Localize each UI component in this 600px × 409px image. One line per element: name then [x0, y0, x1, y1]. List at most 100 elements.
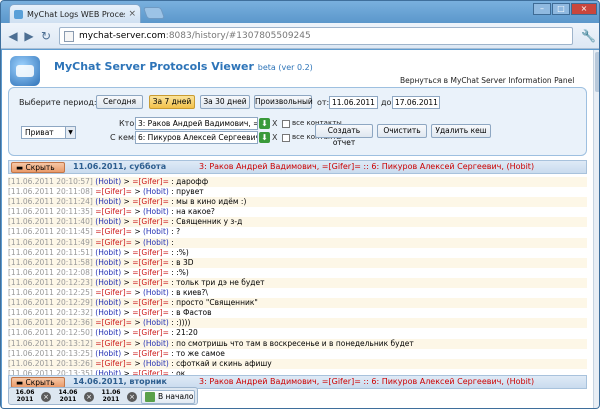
clear-button[interactable]: Очистить: [377, 124, 427, 138]
app-version: beta (ver 0.2): [257, 63, 313, 72]
back-icon[interactable]: ◀: [5, 28, 21, 44]
message-row: [11.06.2011 20:11:45] =[Gifer]= > (Hobit…: [8, 227, 587, 238]
message-timestamp: [11.06.2011 20:11:40]: [8, 217, 93, 227]
day-tab[interactable]: 11.06 2011: [97, 389, 125, 404]
message-recipient: (Hobit): [140, 237, 172, 247]
message-recipient: =[Gifer]=: [129, 328, 172, 338]
scrollbar-thumb[interactable]: [595, 52, 599, 92]
message-text: :%): [176, 247, 189, 257]
type-select[interactable]: Приват ▼: [21, 126, 76, 139]
chevron-down-icon: ▼: [65, 127, 75, 138]
message-row: [11.06.2011 20:11:51] (Hobit) > =[Gifer]…: [8, 247, 587, 258]
with-clear-button[interactable]: X: [272, 133, 277, 142]
hide-day-button[interactable]: ▬ Скрыть: [11, 162, 65, 173]
day-tab-year: 2011: [102, 395, 120, 403]
browser-tab[interactable]: MyChat Logs WEB Process ×: [9, 4, 141, 23]
day-header: ▬ Скрыть 11.06.2011, суббота 3: Раков Ан…: [8, 160, 587, 174]
peer-b: 6: Пикуров Алексей Сергеевич, (Hobit): [371, 162, 535, 171]
thirty-days-button[interactable]: За 30 дней: [200, 95, 250, 109]
with-dropdown-arrow-icon[interactable]: ⬇: [259, 132, 270, 143]
message-text: :%): [176, 267, 189, 277]
message-recipient: (Hobit): [140, 288, 172, 298]
day-date: 11.06.2011, суббота: [73, 162, 167, 171]
who-clear-button[interactable]: X: [272, 119, 277, 128]
message-text: в Фастов: [176, 308, 212, 318]
close-icon[interactable]: ×: [84, 392, 94, 402]
message-recipient: (Hobit): [140, 338, 172, 348]
message-recipient: (Hobit): [140, 227, 172, 237]
message-row: [11.06.2011 20:13:26] =[Gifer]= > (Hobit…: [8, 358, 587, 369]
to-date-input[interactable]: 17.06.2011: [392, 96, 440, 109]
from-date-input[interactable]: 11.06.2011: [329, 96, 378, 109]
message-timestamp: [11.06.2011 20:11:49]: [8, 237, 93, 247]
with-input[interactable]: 6: Пикуров Алексей Сергеевич, (Hobit): [135, 131, 258, 144]
address-bar[interactable]: mychat-server.com:8083/history/#13078055…: [59, 27, 573, 45]
seven-days-button[interactable]: За 7 дней: [149, 95, 195, 109]
message-timestamp: [11.06.2011 20:13:26]: [8, 358, 93, 368]
message-text: тольк три дэ не будет: [176, 277, 265, 287]
peer-sep: ::: [360, 162, 372, 171]
back-link[interactable]: Вернуться в MyChat Server Information Pa…: [400, 76, 574, 85]
message-sender: (Hobit): [95, 217, 124, 227]
message-row: [11.06.2011 20:13:12] =[Gifer]= > (Hobit…: [8, 338, 587, 349]
message-timestamp: [11.06.2011 20:12:32]: [8, 308, 93, 318]
app-title: MyChat Server Protocols Viewer beta (ver…: [54, 60, 313, 73]
who-all-contacts-checkbox[interactable]: [282, 120, 290, 128]
browser-toolbar: ◀ ▶ ↻ mychat-server.com:8083/history/#13…: [1, 23, 599, 49]
message-timestamp: [11.06.2011 20:12:08]: [8, 267, 93, 277]
message-text: в киев?\: [176, 288, 208, 298]
message-recipient: =[Gifer]=: [129, 217, 172, 227]
page-content: MyChat Server Protocols Viewer beta (ver…: [2, 50, 593, 408]
clear-cache-button[interactable]: Удалить кеш: [431, 124, 491, 138]
message-row: [11.06.2011 20:11:49] =[Gifer]= > (Hobit…: [8, 237, 587, 248]
message-recipient: =[Gifer]=: [129, 197, 172, 207]
hide-day-label: Скрыть: [25, 378, 55, 387]
create-report-button[interactable]: Создать отчет: [315, 124, 373, 147]
who-input[interactable]: 3: Раков Андрей Вадимович, =[Gifer]=: [135, 117, 258, 130]
day-tab[interactable]: 16.06 2011: [11, 389, 39, 404]
new-tab-button[interactable]: [142, 7, 166, 19]
day-tab-year: 2011: [59, 395, 77, 403]
from-label: от:: [317, 98, 330, 107]
message-recipient: (Hobit): [140, 318, 172, 328]
message-list: [11.06.2011 20:10:57] (Hobit) > =[Gifer]…: [8, 177, 587, 389]
home-label: В начало: [158, 392, 194, 401]
message-row: [11.06.2011 20:12:23] (Hobit) > =[Gifer]…: [8, 277, 587, 289]
vertical-scrollbar[interactable]: [593, 50, 599, 408]
page-icon: [64, 30, 74, 42]
app-title-text: MyChat Server Protocols Viewer: [54, 60, 254, 73]
minimize-button[interactable]: –: [533, 3, 551, 15]
message-sender: =[Gifer]=: [95, 318, 135, 328]
day-date: 14.06.2011, вторник: [73, 377, 167, 386]
maximize-button[interactable]: □: [552, 3, 570, 15]
message-row: [11.06.2011 20:11:24] (Hobit) > =[Gifer]…: [8, 197, 587, 208]
who-dropdown-arrow-icon[interactable]: ⬇: [259, 118, 270, 129]
filter-panel: Выберите период: Сегодня За 7 дней За 30…: [8, 87, 587, 156]
message-sender: =[Gifer]=: [95, 288, 135, 298]
custom-period-button[interactable]: Произвольный: [254, 95, 313, 109]
tab-close-icon[interactable]: ×: [128, 9, 136, 19]
window-close-button[interactable]: ×: [571, 3, 597, 15]
close-icon[interactable]: ×: [41, 392, 51, 402]
message-text: дарофф: [176, 177, 209, 186]
message-timestamp: [11.06.2011 20:13:12]: [8, 338, 93, 348]
today-button[interactable]: Сегодня: [96, 95, 143, 109]
message-text: :)))): [176, 318, 191, 328]
with-all-contacts-checkbox[interactable]: [282, 134, 290, 142]
message-row: [11.06.2011 20:13:25] (Hobit) > =[Gifer]…: [8, 348, 587, 359]
day-tabs-bar: 16.06 2011 × 14.06 2011 × 11.06 2011 × В на…: [8, 387, 198, 405]
close-icon[interactable]: ×: [127, 392, 137, 402]
period-label: Выберите период:: [19, 98, 97, 107]
forward-icon[interactable]: ▶: [21, 28, 37, 44]
reload-icon[interactable]: ↻: [38, 28, 54, 44]
message-sender: (Hobit): [95, 177, 124, 186]
message-sender: (Hobit): [95, 277, 124, 287]
home-button[interactable]: В начало: [141, 390, 195, 404]
message-colon: :: [171, 237, 174, 247]
day-peers: 3: Раков Андрей Вадимович, =[Gifer]= :: …: [199, 377, 534, 386]
wrench-icon[interactable]: 🔧: [581, 29, 596, 43]
day-tab[interactable]: 14.06 2011: [54, 389, 82, 404]
message-recipient: =[Gifer]=: [129, 348, 172, 358]
message-row: [11.06.2011 20:10:57] (Hobit) > =[Gifer]…: [8, 177, 587, 188]
message-recipient: =[Gifer]=: [129, 257, 172, 267]
